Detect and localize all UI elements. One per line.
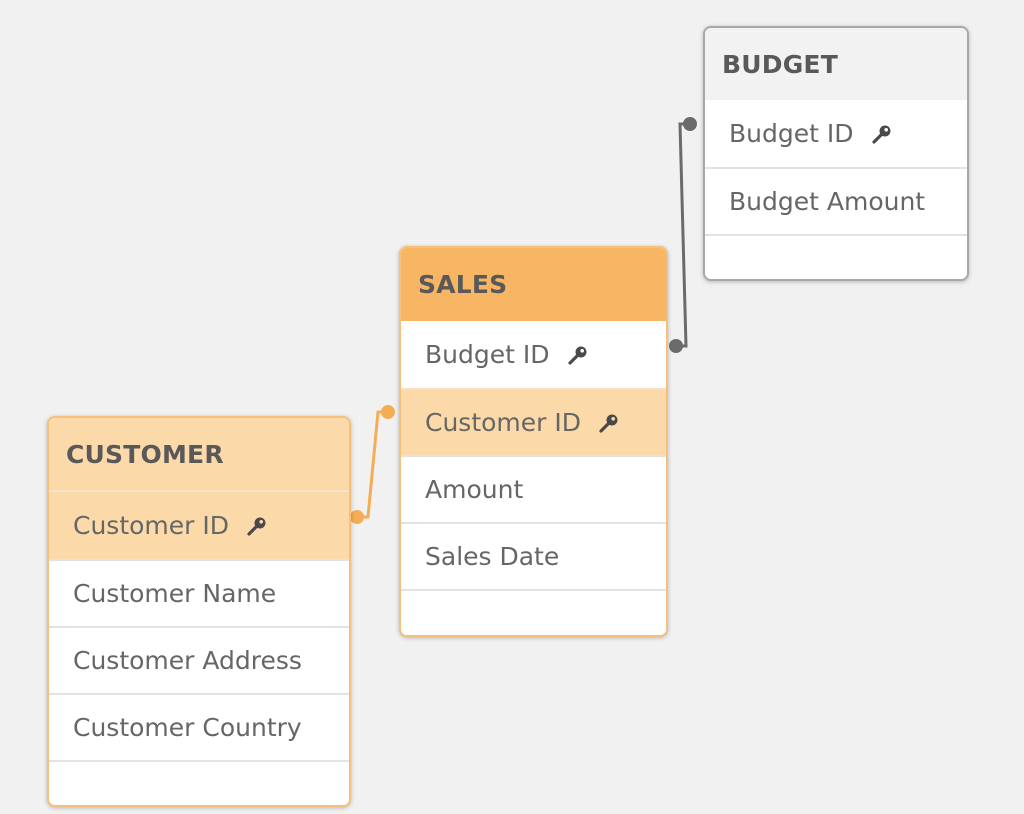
field-label: Customer Country bbox=[73, 713, 302, 742]
table-header-budget[interactable]: BUDGET bbox=[705, 28, 967, 100]
link-line-customer-id bbox=[357, 410, 388, 519]
field-customer-country[interactable]: Customer Country bbox=[49, 693, 349, 760]
field-customer-name[interactable]: Customer Name bbox=[49, 559, 349, 626]
link-line-budget-id bbox=[676, 122, 690, 348]
link-endpoint-sales-budget bbox=[669, 339, 683, 353]
field-budget-amount[interactable]: Budget Amount bbox=[705, 167, 967, 234]
table-footer-empty bbox=[705, 234, 967, 279]
key-icon bbox=[245, 514, 269, 538]
link-endpoint-budget bbox=[683, 117, 697, 131]
link-customer-sales[interactable] bbox=[350, 405, 395, 524]
field-label: Amount bbox=[425, 475, 524, 504]
key-icon bbox=[566, 343, 590, 367]
table-footer-empty bbox=[49, 760, 349, 805]
key-icon bbox=[597, 411, 621, 435]
field-label: Customer ID bbox=[425, 408, 582, 437]
table-title: CUSTOMER bbox=[66, 439, 224, 469]
field-customer-address[interactable]: Customer Address bbox=[49, 626, 349, 693]
field-label: Budget Amount bbox=[729, 187, 926, 216]
field-sales-date[interactable]: Sales Date bbox=[401, 522, 666, 589]
field-label: Customer Name bbox=[73, 579, 277, 608]
table-header-customer[interactable]: CUSTOMER bbox=[49, 418, 349, 492]
field-budget-id[interactable]: Budget ID bbox=[705, 100, 967, 167]
data-model-canvas: BUDGET Budget ID Budget Amount SALES Bud… bbox=[0, 0, 1024, 814]
key-icon bbox=[870, 122, 894, 146]
field-label: Budget ID bbox=[729, 119, 854, 148]
field-budget-id[interactable]: Budget ID bbox=[401, 321, 666, 388]
field-label: Customer ID bbox=[73, 511, 230, 540]
link-endpoint-customer bbox=[350, 510, 364, 524]
field-label: Sales Date bbox=[425, 542, 560, 571]
table-budget[interactable]: BUDGET Budget ID Budget Amount bbox=[703, 26, 969, 281]
table-title: BUDGET bbox=[722, 49, 838, 79]
field-label: Budget ID bbox=[425, 340, 550, 369]
table-customer[interactable]: CUSTOMER Customer ID Customer Name Custo… bbox=[47, 416, 351, 807]
field-amount[interactable]: Amount bbox=[401, 455, 666, 522]
table-title: SALES bbox=[418, 270, 508, 299]
table-sales[interactable]: SALES Budget ID Customer ID Amount Sales… bbox=[399, 246, 668, 637]
link-sales-budget[interactable] bbox=[669, 117, 697, 353]
table-footer-empty bbox=[401, 589, 666, 635]
field-customer-id[interactable]: Customer ID bbox=[401, 388, 666, 455]
field-customer-id[interactable]: Customer ID bbox=[49, 492, 349, 559]
link-endpoint-sales-customer bbox=[381, 405, 395, 419]
field-label: Customer Address bbox=[73, 646, 302, 675]
table-header-sales[interactable]: SALES bbox=[401, 248, 666, 321]
